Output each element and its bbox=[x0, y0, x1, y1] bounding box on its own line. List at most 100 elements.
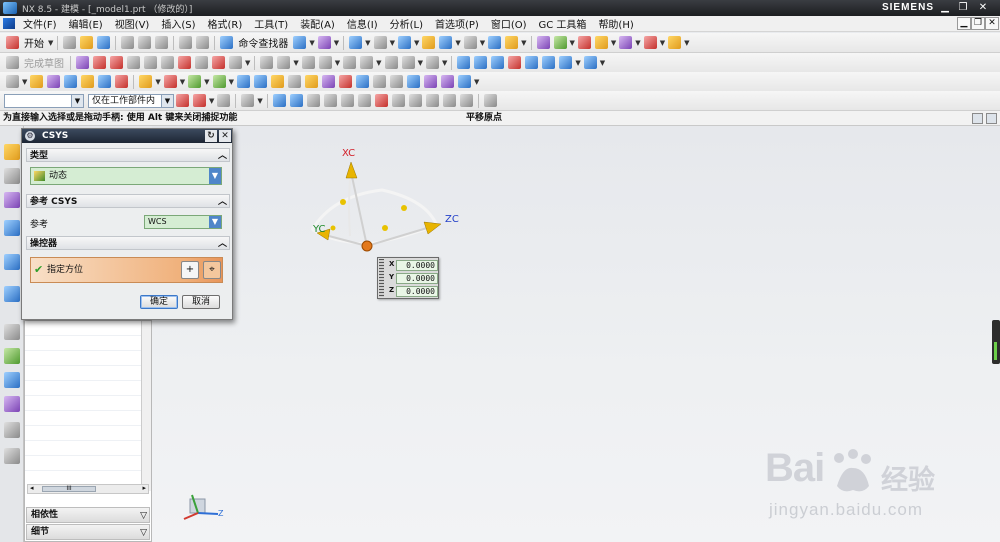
arc-icon[interactable] bbox=[110, 56, 123, 69]
intersect-icon[interactable] bbox=[188, 75, 202, 88]
cancel-button[interactable]: 取消 bbox=[182, 295, 220, 309]
boss-icon[interactable] bbox=[81, 75, 95, 88]
n-sided-icon[interactable] bbox=[525, 56, 539, 69]
part-navigator-icon[interactable] bbox=[4, 192, 20, 208]
sketch-settings-icon[interactable] bbox=[425, 56, 439, 69]
quadrant-point-icon[interactable] bbox=[408, 94, 422, 107]
rotation-arc-xz[interactable] bbox=[310, 188, 439, 231]
dialog-title-bar[interactable]: ⚙ CSYS ↻ ✕ bbox=[22, 129, 232, 143]
doc-close-icon[interactable]: ✕ bbox=[985, 17, 999, 30]
finish-sketch-button[interactable]: 完成草图 bbox=[24, 55, 64, 70]
frame-icon[interactable] bbox=[463, 36, 477, 49]
right-edge-handle[interactable] bbox=[992, 320, 1000, 364]
new-file-icon[interactable] bbox=[63, 36, 77, 49]
select-features-icon[interactable] bbox=[272, 94, 286, 107]
dimension-icon[interactable] bbox=[343, 56, 357, 69]
offset-curve-icon[interactable] bbox=[301, 56, 315, 69]
surface-icon[interactable] bbox=[457, 56, 471, 69]
navigator-vscroll[interactable] bbox=[141, 321, 151, 491]
view-cube-icon[interactable] bbox=[397, 36, 411, 49]
copy-icon[interactable] bbox=[138, 36, 152, 49]
assembly-navigator-icon[interactable] bbox=[4, 144, 20, 160]
scale-handle-y[interactable] bbox=[330, 225, 336, 231]
menu-window[interactable]: 窗口(O) bbox=[485, 16, 533, 31]
sew-icon[interactable] bbox=[583, 56, 597, 69]
close-icon[interactable]: ✕ bbox=[976, 2, 990, 13]
shaded-icon[interactable] bbox=[505, 36, 519, 49]
select-components-icon[interactable] bbox=[289, 94, 303, 107]
menu-file[interactable]: 文件(F) bbox=[17, 16, 63, 31]
constraints-icon[interactable] bbox=[360, 56, 374, 69]
chamfer-edge-icon[interactable] bbox=[253, 75, 267, 88]
process-studio-icon[interactable] bbox=[4, 348, 20, 364]
section-icon[interactable] bbox=[439, 36, 453, 49]
csys-manipulator[interactable] bbox=[310, 161, 442, 252]
chevron-down-icon[interactable]: ▼ bbox=[48, 39, 53, 47]
datum-axis-icon[interactable] bbox=[389, 75, 403, 88]
cut-icon[interactable] bbox=[121, 36, 135, 49]
mouse-icon[interactable] bbox=[373, 36, 387, 49]
scroll-thumb[interactable]: III bbox=[42, 486, 96, 492]
pocket-icon[interactable] bbox=[98, 75, 112, 88]
assembly-icon[interactable] bbox=[619, 36, 633, 49]
scroll-left-icon[interactable]: ◂ bbox=[30, 484, 34, 492]
constraint-icon[interactable] bbox=[643, 36, 657, 49]
x-axis-handle[interactable] bbox=[345, 161, 358, 179]
constraint-navigator-icon[interactable] bbox=[4, 168, 20, 184]
polygon-icon[interactable] bbox=[195, 56, 208, 69]
roles-icon[interactable] bbox=[4, 396, 20, 412]
unite-icon[interactable] bbox=[139, 75, 153, 88]
point-on-face-icon[interactable] bbox=[459, 94, 473, 107]
thread-icon[interactable] bbox=[355, 75, 369, 88]
x-coord-input[interactable]: 0.0000 bbox=[396, 260, 438, 271]
rotation-handle-yz[interactable] bbox=[382, 225, 388, 231]
circle-icon[interactable] bbox=[127, 56, 140, 69]
mid-point-icon[interactable] bbox=[340, 94, 354, 107]
menu-format[interactable]: 格式(R) bbox=[202, 16, 249, 31]
specify-orientation-row[interactable]: ✔ 指定方位 + ⌖ bbox=[30, 257, 223, 283]
menu-view[interactable]: 视图(V) bbox=[109, 16, 156, 31]
menu-insert[interactable]: 插入(S) bbox=[155, 16, 201, 31]
pattern-icon[interactable] bbox=[321, 75, 335, 88]
layout-icon[interactable] bbox=[972, 113, 983, 124]
point-set-icon[interactable] bbox=[423, 75, 437, 88]
move-face-icon[interactable] bbox=[457, 75, 471, 88]
menu-analysis[interactable]: 分析(L) bbox=[384, 16, 429, 31]
type-filter-select[interactable]: ▼ bbox=[4, 93, 84, 108]
csys-dialog-icon[interactable]: ⌖ bbox=[203, 261, 221, 279]
menu-gc-toolkit[interactable]: GC 工具箱 bbox=[533, 16, 593, 31]
minimize-icon[interactable]: ▁ bbox=[938, 2, 952, 13]
gear-icon[interactable]: ⚙ bbox=[25, 131, 35, 141]
mirror-curve-icon[interactable] bbox=[318, 56, 332, 69]
scroll-right-icon[interactable]: ▸ bbox=[142, 484, 146, 492]
sketch-icon[interactable] bbox=[6, 56, 19, 69]
rotation-handle-xz[interactable] bbox=[401, 205, 407, 211]
drag-grip-icon[interactable] bbox=[379, 259, 384, 297]
split-body-icon[interactable] bbox=[304, 75, 318, 88]
snap-view-icon[interactable] bbox=[488, 36, 502, 49]
open-folder-icon[interactable] bbox=[80, 36, 94, 49]
draft-icon[interactable] bbox=[270, 75, 284, 88]
full-screen-icon[interactable] bbox=[986, 113, 997, 124]
ruled-icon[interactable] bbox=[474, 56, 488, 69]
wcs-icon[interactable] bbox=[536, 36, 550, 49]
trim-body-icon[interactable] bbox=[287, 75, 301, 88]
manipulator-section-header[interactable]: 操控器 ︿ bbox=[26, 236, 230, 250]
rotation-handle-xy[interactable] bbox=[340, 199, 346, 205]
fillet-icon[interactable] bbox=[144, 56, 157, 69]
palette-icon[interactable] bbox=[4, 448, 20, 464]
menu-info[interactable]: 信息(I) bbox=[341, 16, 384, 31]
dependencies-section[interactable]: 相依性 ▽ bbox=[26, 507, 150, 523]
details-section[interactable]: 细节 ▽ bbox=[26, 524, 150, 540]
point-dialog-icon[interactable]: + bbox=[181, 261, 199, 279]
quick-extend-icon[interactable] bbox=[277, 56, 291, 69]
mirror-feature-icon[interactable] bbox=[338, 75, 352, 88]
synchronous-icon[interactable] bbox=[440, 75, 454, 88]
type-select[interactable]: 动态 ▼ bbox=[30, 167, 222, 185]
start-button[interactable]: 开始 bbox=[24, 35, 44, 50]
deselect-icon[interactable] bbox=[217, 94, 231, 107]
wcs-dynamic-icon[interactable] bbox=[553, 36, 567, 49]
rectangle-select-icon[interactable] bbox=[241, 94, 255, 107]
end-point-icon[interactable] bbox=[323, 94, 337, 107]
rectangle-icon[interactable] bbox=[178, 56, 191, 69]
